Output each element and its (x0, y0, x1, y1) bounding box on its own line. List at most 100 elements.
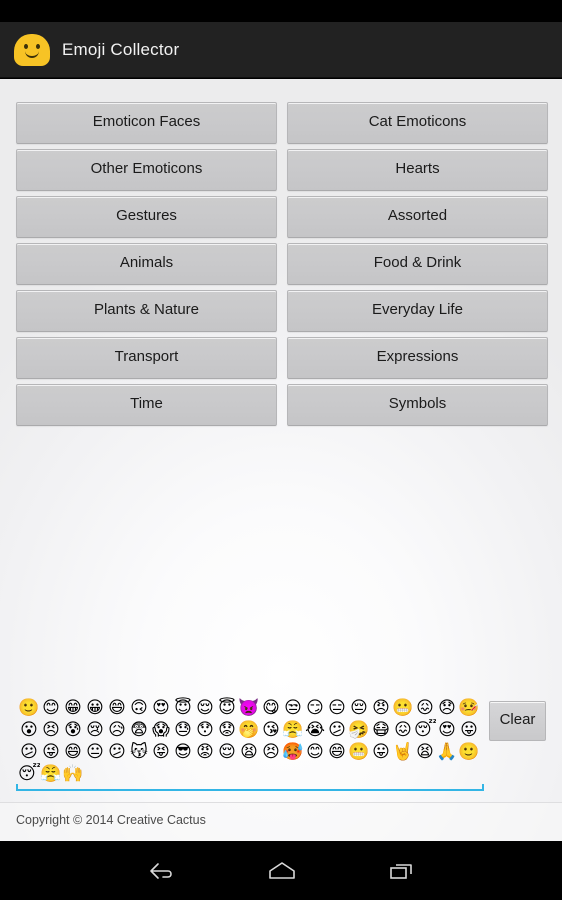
category-button-food-drink[interactable]: Food & Drink (287, 243, 548, 285)
clear-button[interactable]: Clear (489, 701, 546, 741)
collected-emoji: 😤 (40, 764, 62, 784)
category-cell: Emoticon Faces (16, 102, 281, 149)
category-button-other-emoticons[interactable]: Other Emoticons (16, 149, 277, 191)
collection-row: 🙂 😊 😁 😀 😄 🙃 😍 😇 😌 😇 👿 😋 😒 😏 😑 😔 😠 😬 😖 😞 🤒 😮 😣 😰 😢 😥 😨 😱 😓 😯 😟 🤭 😘 😤 😭 😕 🤧 😷 😖 😴… (0, 694, 562, 804)
collected-emoji: 😁 (64, 698, 82, 718)
collected-emoji: 👿 (238, 698, 260, 718)
category-button-assorted[interactable]: Assorted (287, 196, 548, 238)
collected-emoji: 😌 (218, 742, 236, 762)
category-button-emoticon-faces[interactable]: Emoticon Faces (16, 102, 277, 144)
category-button-time[interactable]: Time (16, 384, 277, 426)
collected-emoji: 😫 (416, 742, 434, 762)
category-cell: Animals (16, 243, 281, 290)
collected-emoji: 😀 (86, 698, 104, 718)
collected-emoji: 😛 (372, 742, 390, 762)
collected-emoji: 😊 (42, 698, 60, 718)
category-button-symbols[interactable]: Symbols (287, 384, 548, 426)
collected-emoji: 😢 (86, 720, 104, 740)
collected-emoji: 😭 (305, 720, 325, 740)
collected-emoji: 😋 (262, 698, 280, 718)
collected-emoji: 😖 (394, 720, 412, 740)
collected-emoji: 😣 (262, 742, 280, 762)
category-cell: Food & Drink (281, 243, 548, 290)
collected-emoji: 😇 (218, 698, 236, 718)
collected-emoji: 😠 (372, 698, 390, 718)
collected-emoji: 😓 (174, 720, 192, 740)
action-bar: Emoji Collector (0, 22, 562, 78)
collected-emoji: 😕 (328, 720, 346, 740)
collected-emoji: 😏 (306, 698, 324, 718)
category-button-animals[interactable]: Animals (16, 243, 277, 285)
category-button-cat-emoticons[interactable]: Cat Emoticons (287, 102, 548, 144)
collected-emoji: 😡 (196, 742, 214, 762)
recent-apps-icon[interactable] (362, 841, 442, 900)
collected-emoji: 😛 (460, 720, 478, 740)
collected-emoji: 😑 (328, 698, 346, 718)
collected-emoji: 🤧 (348, 720, 370, 740)
collected-emoji: 😍 (438, 720, 456, 740)
collected-emoji: 😝 (152, 742, 170, 762)
collected-emoji: 😯 (196, 720, 214, 740)
collected-emoji: 😄 (108, 698, 126, 718)
collected-emoji: 😊 (306, 742, 324, 762)
collected-emoji: 😌 (196, 698, 214, 718)
category-button-grid: Emoticon Faces Cat Emoticons Other Emotico… (16, 102, 548, 431)
collected-emoji: 😰 (64, 720, 82, 740)
category-cell: Other Emoticons (16, 149, 281, 196)
android-nav-bar (0, 841, 562, 900)
category-cell: Cat Emoticons (281, 102, 548, 149)
collected-emoji: 😞 (438, 698, 456, 718)
collected-emoji: 😽 (130, 742, 148, 762)
collected-emoji: 😷 (372, 720, 390, 740)
category-button-expressions[interactable]: Expressions (287, 337, 548, 379)
app-title: Emoji Collector (62, 39, 180, 59)
collected-emoji: 🙂 (458, 742, 480, 762)
category-button-plants-nature[interactable]: Plants & Nature (16, 290, 277, 332)
collected-emoji: 😘 (262, 720, 280, 740)
collected-emoji: 😬 (392, 698, 414, 718)
collected-emoji: 😴 (414, 720, 436, 740)
collected-emoji: 😖 (416, 698, 434, 718)
device-screen: Emoji Collector Emoticon Faces Cat Emotic… (0, 0, 562, 900)
collected-emoji: 🥵 (282, 742, 304, 762)
collected-emoji-list: 🙂 😊 😁 😀 😄 🙃 😍 😇 😌 😇 👿 😋 😒 😏 😑 😔 😠 😬 😖 😞 🤒 😮 😣 😰 😢 😥 😨 😱 😓 😯 😟 🤭 😘 😤 😭 😕 🤧 😷 😖 😴… (16, 694, 484, 789)
collected-emoji: 😨 (130, 720, 148, 740)
collected-emoji: 😇 (174, 698, 192, 718)
category-cell: Time (16, 384, 281, 431)
back-icon[interactable] (122, 841, 202, 900)
collected-emoji: 🤒 (458, 698, 480, 718)
footer: Copyright © 2014 Creative Cactus (0, 802, 562, 841)
collected-emoji: 😜 (42, 742, 60, 762)
collected-emoji: 😟 (218, 720, 236, 740)
category-button-everyday-life[interactable]: Everyday Life (287, 290, 548, 332)
category-button-gestures[interactable]: Gestures (16, 196, 277, 238)
collected-emoji: 😴 (18, 764, 40, 784)
category-cell: Assorted (281, 196, 548, 243)
category-cell: Everyday Life (281, 290, 548, 337)
collected-emoji: 😕 (108, 742, 126, 762)
category-cell: Symbols (281, 384, 548, 431)
collected-emoji: 😒 (284, 698, 302, 718)
collected-emoji: 😱 (152, 720, 170, 740)
collected-emoji: 🤘 (392, 742, 414, 762)
category-cell: Expressions (281, 337, 548, 384)
smiley-face-icon (14, 32, 50, 68)
collected-emoji-field[interactable]: 🙂 😊 😁 😀 😄 🙃 😍 😇 😌 😇 👿 😋 😒 😏 😑 😔 😠 😬 😖 😞 🤒 😮 😣 😰 😢 😥 😨 😱 😓 😯 😟 🤭 😘 😤 😭 😕 🤧 😷 😖 😴… (16, 694, 484, 791)
collected-emoji: 🤭 (238, 720, 260, 740)
collected-emoji: 😔 (350, 698, 368, 718)
collected-emoji: 🙏 (436, 742, 458, 762)
collected-emoji: 😮 (20, 720, 38, 740)
collected-emoji: 😍 (152, 698, 170, 718)
status-bar (0, 0, 562, 22)
collected-emoji: 😎 (174, 742, 192, 762)
collected-emoji: 😄 (328, 742, 346, 762)
category-button-hearts[interactable]: Hearts (287, 149, 548, 191)
collected-emoji: 😐 (86, 742, 104, 762)
copyright-text: Copyright © 2014 Creative Cactus (16, 813, 206, 827)
category-cell: Gestures (16, 196, 281, 243)
collected-emoji: 😫 (240, 742, 258, 762)
category-cell: Hearts (281, 149, 548, 196)
home-icon[interactable] (242, 841, 322, 900)
category-button-transport[interactable]: Transport (16, 337, 277, 379)
collected-emoji: 😕 (20, 742, 38, 762)
